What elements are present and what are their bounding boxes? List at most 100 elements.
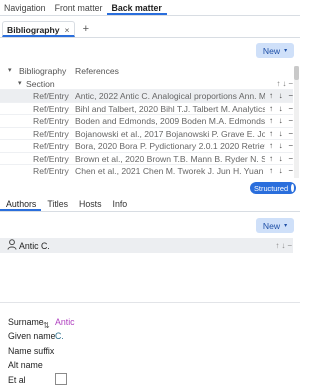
move-down-icon[interactable]: ↓ xyxy=(281,241,285,250)
close-icon[interactable]: × xyxy=(65,25,70,35)
reference-type: Ref/Entry xyxy=(33,141,69,151)
tab-navigation[interactable]: Navigation xyxy=(0,0,51,15)
remove-icon[interactable]: − xyxy=(287,241,292,250)
tab-authors[interactable]: Authors xyxy=(0,195,42,211)
new-button-label: New xyxy=(262,220,281,231)
remove-icon[interactable]: − xyxy=(288,104,293,113)
scrollbar-thumb[interactable] xyxy=(294,66,299,80)
reference-type: Ref/Entry xyxy=(33,128,69,139)
top-tab-bar: Navigation Front matter Back matter xyxy=(0,0,300,16)
et-al-checkbox[interactable] xyxy=(55,373,67,385)
person-icon xyxy=(7,239,17,252)
move-down-icon[interactable]: ↓ xyxy=(279,116,283,125)
move-up-icon[interactable]: ↑ xyxy=(269,129,273,138)
reference-text: Bihl and Talbert, 2020 Bihl T.J. Talbert… xyxy=(75,103,265,114)
reference-actions: ↑ ↓ − xyxy=(269,154,293,163)
author-name: Antic C. xyxy=(19,241,50,251)
section-actions: ↑ ↓ − xyxy=(276,79,293,88)
move-up-icon[interactable]: ↑ xyxy=(275,241,279,250)
reference-type: Ref/Entry xyxy=(33,103,69,114)
reference-type: Ref/Entry xyxy=(33,166,69,176)
new-author-button[interactable]: New ▾ xyxy=(256,218,294,233)
remove-icon[interactable]: − xyxy=(288,116,293,125)
remove-icon[interactable]: − xyxy=(288,129,293,138)
move-up-icon[interactable]: ↑ xyxy=(276,79,280,88)
remove-icon[interactable]: − xyxy=(288,141,293,150)
move-down-icon[interactable]: ↓ xyxy=(279,141,283,150)
et-al-label: Et al xyxy=(8,375,26,385)
reference-actions: ↑ ↓ − xyxy=(269,91,293,100)
section-label: Section xyxy=(26,79,55,89)
move-up-icon[interactable]: ↑ xyxy=(269,166,273,175)
author-actions: ↑ ↓ − xyxy=(275,241,292,250)
structured-toggle[interactable]: Structured xyxy=(250,182,296,194)
reference-row[interactable]: Ref/Entry Bihl and Talbert, 2020 Bihl T.J… xyxy=(0,101,293,115)
move-down-icon[interactable]: ↓ xyxy=(279,91,283,100)
detail-tab-bar: Authors Titles Hosts Info xyxy=(0,195,300,212)
reference-row[interactable]: Ref/Entry Bora, 2020 Bora P. Pydictionary… xyxy=(0,139,293,152)
tree-header: ▾ Bibliography References xyxy=(0,66,293,76)
alt-name-label: Alt name xyxy=(8,360,43,370)
reference-list: Ref/Entry Antic, 2022 Antic C. Analogical… xyxy=(0,89,293,177)
chevron-down-icon: ▾ xyxy=(284,48,288,54)
move-down-icon[interactable]: ↓ xyxy=(279,154,283,163)
move-down-icon[interactable]: ↓ xyxy=(279,166,283,175)
reference-actions: ↑ ↓ − xyxy=(269,104,293,113)
tab-bibliography[interactable]: Bibliography × xyxy=(2,21,75,37)
reference-row[interactable]: Ref/Entry Bojanowski et al., 2017 Bojanow… xyxy=(0,126,293,140)
move-down-icon[interactable]: ↓ xyxy=(282,79,286,88)
move-up-icon[interactable]: ↑ xyxy=(269,141,273,150)
remove-icon[interactable]: − xyxy=(288,166,293,175)
tree-root-label: Bibliography xyxy=(19,66,67,76)
reference-row[interactable]: Ref/Entry Antic, 2022 Antic C. Analogical… xyxy=(0,89,293,102)
reference-actions: ↑ ↓ − xyxy=(269,129,293,138)
tab-hosts[interactable]: Hosts xyxy=(73,195,107,211)
reference-text: Brown et al., 2020 Brown T.B. Mann B. Ry… xyxy=(75,153,265,164)
reference-text: Bora, 2020 Bora P. Pydictionary 2.0.1 20… xyxy=(75,141,265,151)
given-name-field[interactable]: C. xyxy=(55,331,64,341)
reference-row[interactable]: Ref/Entry Brown et al., 2020 Brown T.B. M… xyxy=(0,151,293,165)
tab-front-matter[interactable]: Front matter xyxy=(51,0,108,15)
new-button-label: New xyxy=(262,45,281,56)
reference-actions: ↑ ↓ − xyxy=(269,141,293,150)
chevron-down-icon: ▾ xyxy=(284,223,288,229)
move-up-icon[interactable]: ↑ xyxy=(269,154,273,163)
tab-back-matter[interactable]: Back matter xyxy=(107,0,167,15)
remove-icon[interactable]: − xyxy=(288,91,293,100)
move-up-icon[interactable]: ↑ xyxy=(269,104,273,113)
new-reference-button[interactable]: New ▾ xyxy=(256,43,294,58)
remove-icon[interactable]: − xyxy=(288,79,293,88)
divider xyxy=(0,302,300,303)
author-row[interactable]: Antic C. ↑ ↓ − xyxy=(0,238,293,253)
tab-info[interactable]: Info xyxy=(107,195,133,211)
reference-actions: ↑ ↓ − xyxy=(269,116,293,125)
reference-text: Antic, 2022 Antic C. Analogical proporti… xyxy=(75,91,265,101)
expand-bibliography-icon[interactable]: ▾ xyxy=(8,66,12,74)
move-down-icon[interactable]: ↓ xyxy=(279,129,283,138)
reference-type: Ref/Entry xyxy=(33,116,69,126)
tree-section-row[interactable]: ▾ Section ↑ ↓ − xyxy=(0,79,293,89)
move-up-icon[interactable]: ↑ xyxy=(269,116,273,125)
expand-section-icon[interactable]: ▾ xyxy=(18,79,22,87)
tab-bibliography-label: Bibliography xyxy=(7,25,60,35)
document-tab-bar: Bibliography × + xyxy=(0,21,300,38)
remove-icon[interactable]: − xyxy=(288,154,293,163)
surname-label: Surname xyxy=(8,317,44,327)
name-suffix-label: Name suffix xyxy=(8,346,55,356)
move-down-icon[interactable]: ↓ xyxy=(279,104,283,113)
reference-type: Ref/Entry xyxy=(33,153,69,164)
given-name-label: Given name xyxy=(8,331,56,341)
tab-titles[interactable]: Titles xyxy=(41,195,73,211)
reference-row[interactable]: Ref/Entry Chen et al., 2021 Chen M. Twore… xyxy=(0,164,293,177)
surname-field[interactable]: Antic xyxy=(55,317,75,327)
move-up-icon[interactable]: ↑ xyxy=(269,91,273,100)
reference-row[interactable]: Ref/Entry Boden and Edmonds, 2009 Boden M… xyxy=(0,114,293,127)
swap-names-icon[interactable]: ⇅ xyxy=(43,321,50,330)
reference-type: Ref/Entry xyxy=(33,91,69,101)
structured-label: Structured xyxy=(254,183,289,193)
add-tab-icon[interactable]: + xyxy=(75,23,89,37)
toggle-knob xyxy=(291,184,294,192)
reference-text: Chen et al., 2021 Chen M. Tworek J. Jun … xyxy=(75,166,265,176)
reference-list-scrollbar[interactable] xyxy=(294,66,299,178)
reference-text: Bojanowski et al., 2017 Bojanowski P. Gr… xyxy=(75,128,265,139)
